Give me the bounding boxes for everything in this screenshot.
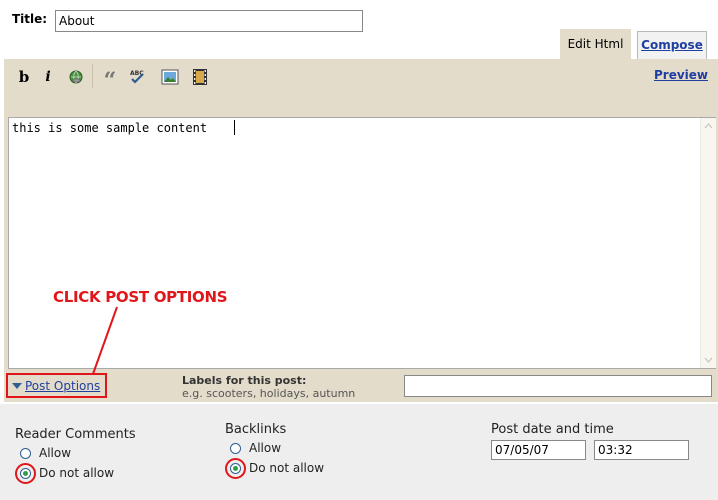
backlinks-disallow-radio[interactable] <box>230 463 241 474</box>
backlinks-allow-radio[interactable] <box>230 443 241 454</box>
backlinks-title: Backlinks <box>225 422 287 437</box>
reader-comments-disallow-radio[interactable] <box>20 468 31 479</box>
reader-comments-title: Reader Comments <box>15 427 136 442</box>
labels-hint: e.g. scooters, holidays, autumn <box>182 387 356 400</box>
triangle-down-icon <box>12 382 22 389</box>
post-date-time-title: Post date and time <box>491 422 614 437</box>
backlinks-allow-label: Allow <box>249 441 282 455</box>
post-time-input[interactable]: 03:32 <box>594 440 689 460</box>
reader-comments-allow-label: Allow <box>39 446 72 460</box>
labels-input[interactable] <box>404 375 712 397</box>
post-options-toggle[interactable]: Post Options <box>6 373 107 398</box>
post-date-input[interactable]: 07/05/07 <box>491 440 586 460</box>
labels-title: Labels for this post: <box>182 374 307 387</box>
backlinks-disallow-label: Do not allow <box>249 461 325 475</box>
reader-comments-allow-radio[interactable] <box>20 448 31 459</box>
reader-comments-disallow-label: Do not allow <box>39 466 115 480</box>
post-options-label: Post Options <box>25 378 101 393</box>
